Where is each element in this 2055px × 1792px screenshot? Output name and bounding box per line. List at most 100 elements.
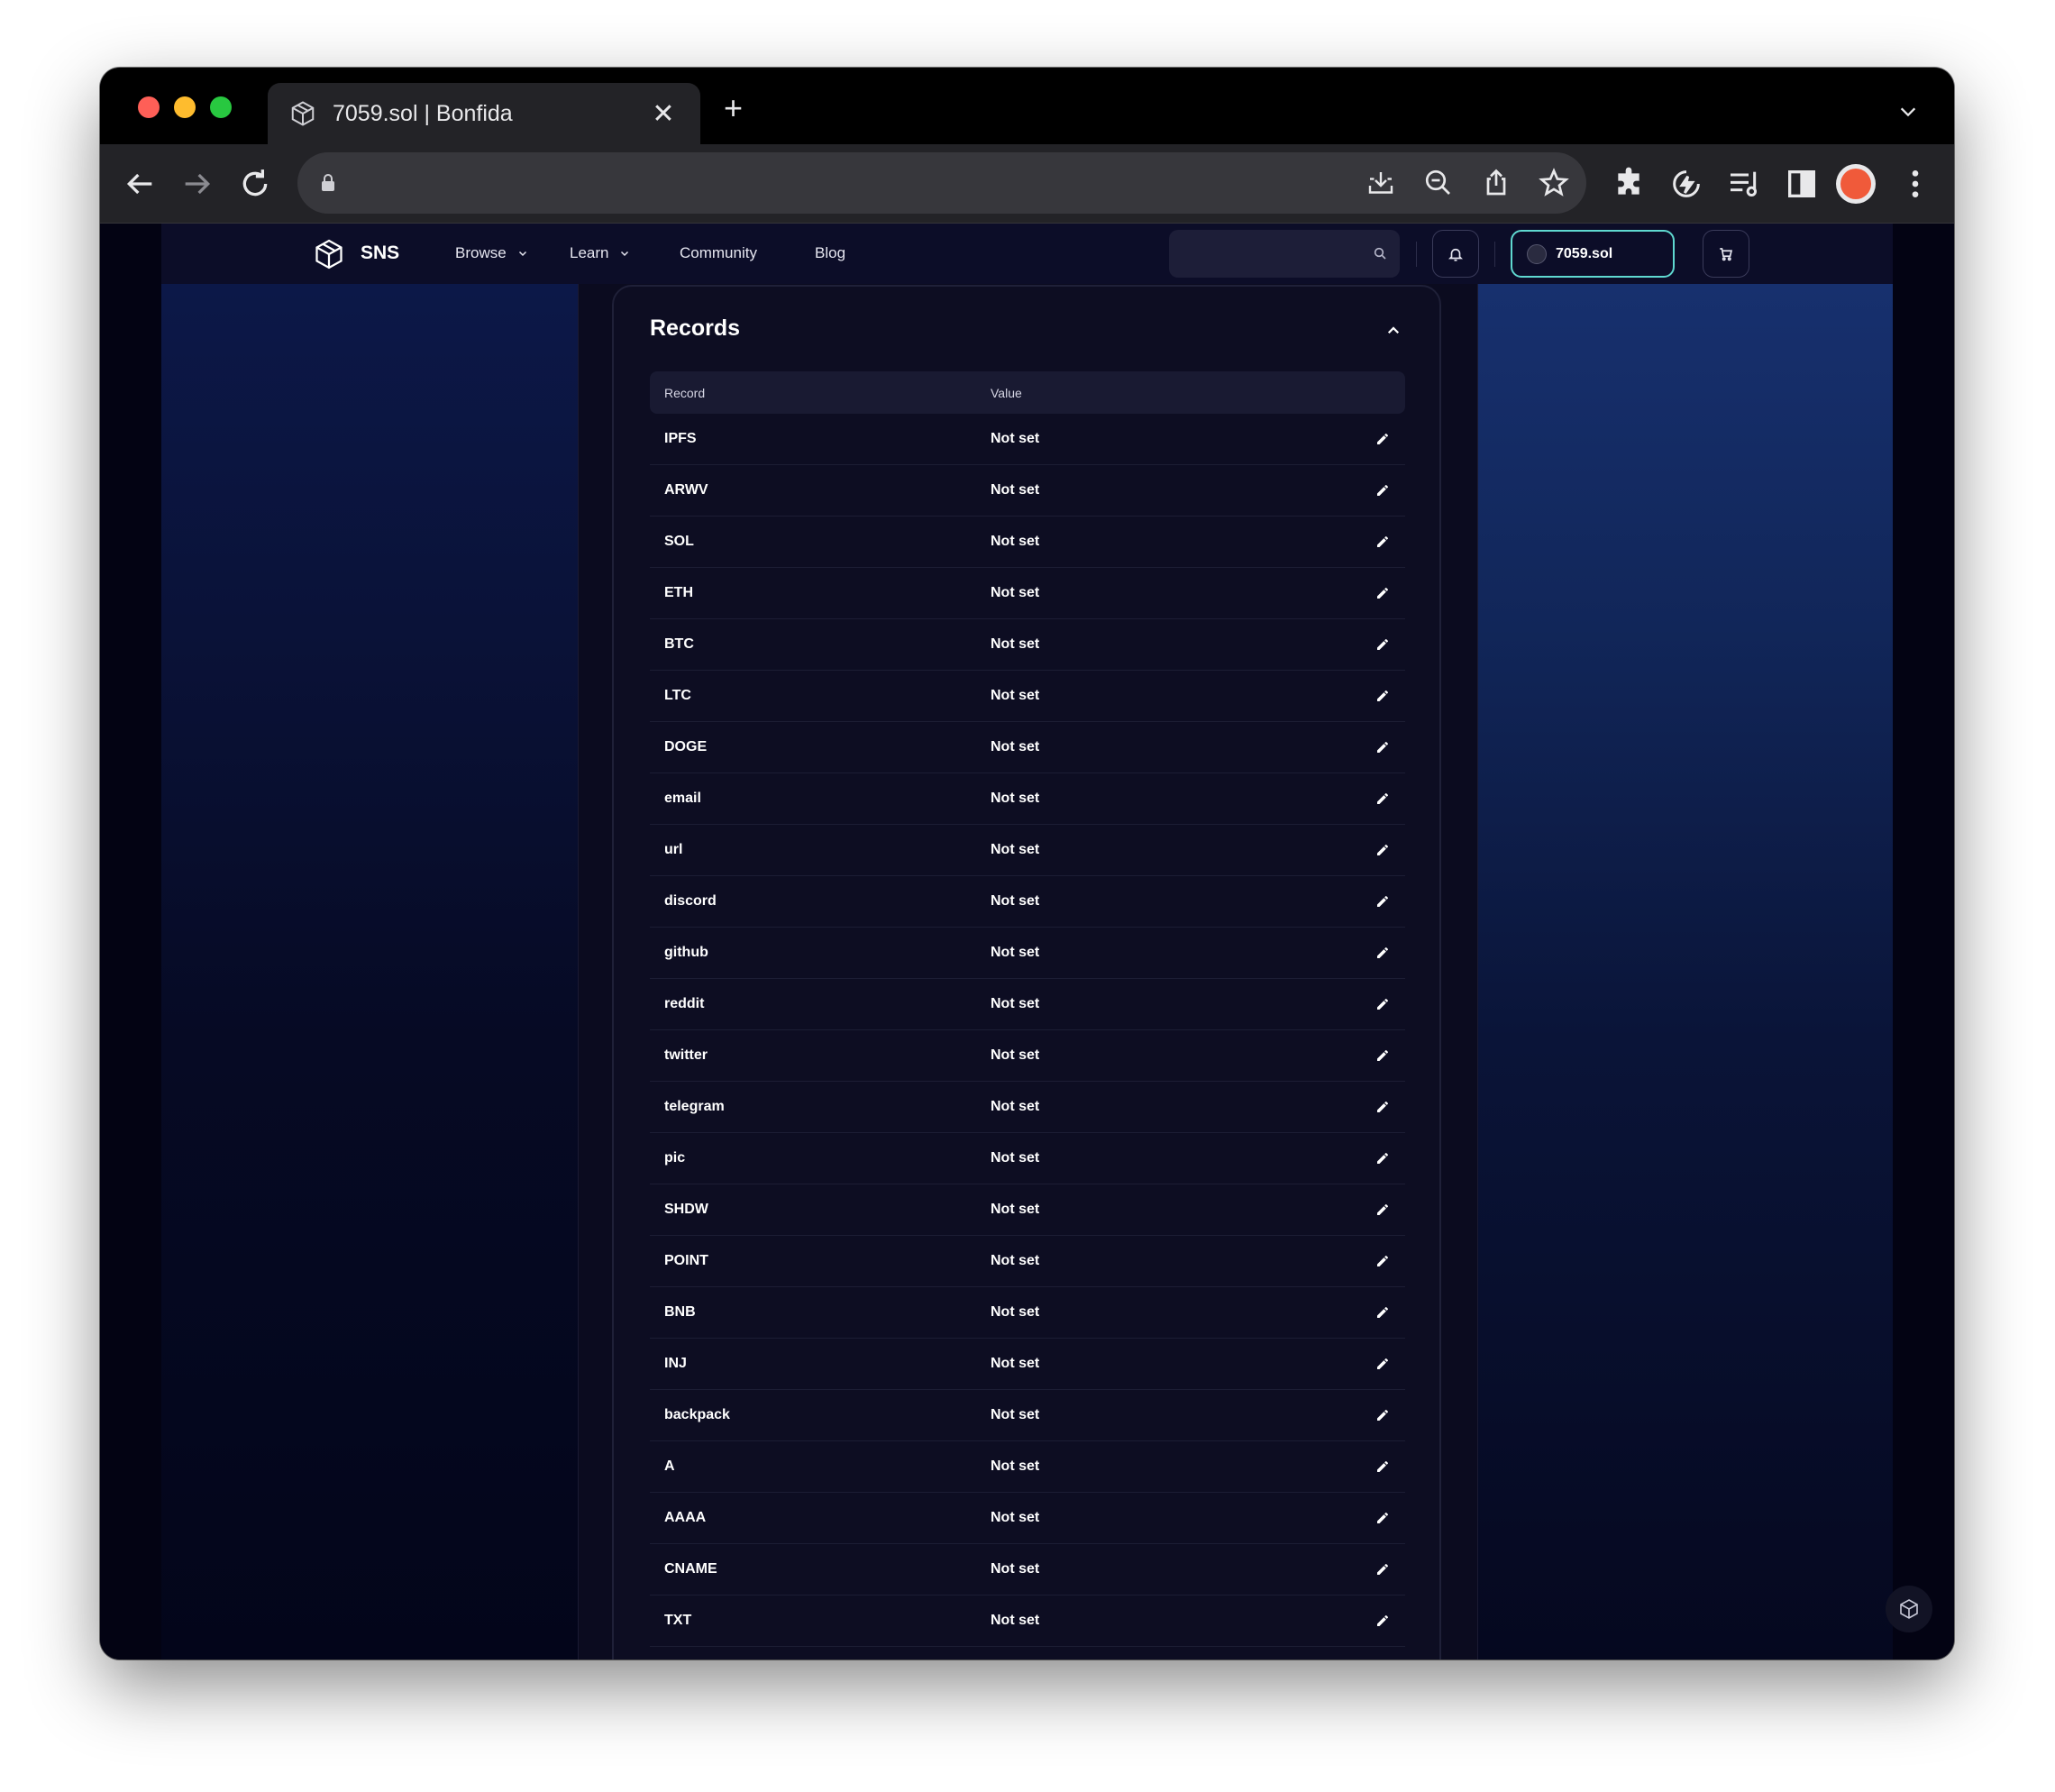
pencil-icon	[1377, 1513, 1388, 1523]
edit-record-button[interactable]	[1360, 586, 1405, 600]
pencil-icon	[1377, 1102, 1388, 1112]
nav-community[interactable]: Community	[680, 244, 757, 262]
table-row: telegram Not set	[650, 1082, 1405, 1133]
wallet-label: 7059.sol	[1556, 245, 1613, 261]
record-name: DOGE	[664, 739, 708, 754]
edit-record-button[interactable]	[1360, 535, 1405, 549]
record-name: TXT	[664, 1613, 692, 1628]
table-row: BNB Not set	[650, 1287, 1405, 1339]
edit-record-button[interactable]	[1360, 1100, 1405, 1114]
edit-record-button[interactable]	[1360, 740, 1405, 754]
edit-record-button[interactable]	[1360, 843, 1405, 857]
record-name: BNB	[664, 1304, 696, 1320]
side-panel-icon[interactable]	[1784, 166, 1820, 202]
edit-record-button[interactable]	[1360, 1614, 1405, 1628]
reload-icon[interactable]	[237, 166, 273, 202]
search-input[interactable]	[1169, 230, 1400, 278]
bookmark-star-icon[interactable]	[1538, 167, 1570, 199]
edit-record-button[interactable]	[1360, 997, 1405, 1011]
nav-learn-label: Learn	[570, 244, 609, 261]
pencil-icon	[1377, 1564, 1388, 1575]
record-value: Not set	[991, 1047, 1040, 1063]
table-row: AAAA Not set	[650, 1493, 1405, 1544]
new-tab-button[interactable]: +	[724, 92, 743, 124]
chevron-down-icon[interactable]	[1898, 102, 1918, 122]
chevron-up-icon[interactable]	[1385, 323, 1402, 339]
edit-record-button[interactable]	[1360, 1357, 1405, 1371]
edit-record-button[interactable]	[1360, 689, 1405, 703]
record-value: Not set	[991, 739, 1040, 754]
forward-arrow-icon[interactable]	[179, 166, 215, 202]
tab-close-icon[interactable]: ✕	[648, 98, 679, 130]
floating-help-button[interactable]	[1886, 1586, 1932, 1632]
record-value: Not set	[991, 585, 1040, 600]
back-arrow-icon[interactable]	[122, 166, 158, 202]
minimize-window-button[interactable]	[174, 96, 196, 118]
table-row: CNAME Not set	[650, 1544, 1405, 1595]
nav-brand[interactable]: SNS	[361, 242, 399, 264]
lock-icon	[322, 174, 334, 191]
extensions-puzzle-icon[interactable]	[1611, 166, 1647, 202]
nav-blog[interactable]: Blog	[815, 244, 845, 262]
sns-logo-icon[interactable]	[313, 238, 345, 270]
close-window-button[interactable]	[138, 96, 160, 118]
record-name: discord	[664, 893, 717, 909]
edit-record-button[interactable]	[1360, 1048, 1405, 1063]
header-record: Record	[664, 385, 706, 400]
edit-record-button[interactable]	[1360, 1151, 1405, 1166]
record-value: Not set	[991, 1150, 1040, 1166]
pencil-icon	[1377, 1204, 1388, 1215]
table-row: pic Not set	[650, 1133, 1405, 1184]
browser-toolbar	[100, 144, 1954, 224]
maximize-window-button[interactable]	[210, 96, 232, 118]
nav-community-label: Community	[680, 244, 757, 261]
edit-record-button[interactable]	[1360, 1254, 1405, 1268]
pencil-icon	[1377, 1461, 1388, 1472]
edit-record-button[interactable]	[1360, 1562, 1405, 1577]
pencil-icon	[1377, 742, 1388, 753]
zoom-out-icon[interactable]	[1422, 167, 1455, 199]
install-app-icon[interactable]	[1365, 167, 1397, 199]
pencil-icon	[1377, 1153, 1388, 1164]
share-icon[interactable]	[1480, 167, 1512, 199]
bell-icon	[1448, 248, 1463, 261]
edit-record-button[interactable]	[1360, 1408, 1405, 1422]
header-value: Value	[991, 385, 1022, 400]
record-value: Not set	[991, 1202, 1040, 1217]
table-row: github Not set	[650, 928, 1405, 979]
record-name: A	[664, 1458, 675, 1474]
wallet-button[interactable]: 7059.sol	[1511, 230, 1675, 278]
table-row: SOL Not set	[650, 517, 1405, 568]
pencil-icon	[1377, 1615, 1388, 1626]
pencil-icon	[1377, 434, 1388, 444]
edit-record-button[interactable]	[1360, 946, 1405, 960]
nav-learn[interactable]: Learn	[570, 244, 630, 262]
pencil-icon	[1377, 1256, 1388, 1266]
cart-button[interactable]	[1703, 230, 1749, 278]
profile-avatar[interactable]	[1836, 164, 1876, 204]
edit-record-button[interactable]	[1360, 791, 1405, 806]
edit-record-button[interactable]	[1360, 1305, 1405, 1320]
edit-record-button[interactable]	[1360, 432, 1405, 446]
edit-record-button[interactable]	[1360, 637, 1405, 652]
browser-tab[interactable]: 7059.sol | Bonfida ✕	[268, 83, 700, 144]
page-viewport: SNS Browse Learn Community Blog 7059.sol…	[100, 224, 1954, 1659]
kebab-menu-icon[interactable]	[1897, 166, 1933, 202]
table-row: INJ Not set	[650, 1339, 1405, 1390]
record-name: url	[664, 842, 683, 857]
performance-icon[interactable]	[1668, 166, 1704, 202]
records-card: Records Record Value IPFS Not set ARWV Not …	[612, 285, 1441, 1659]
edit-record-button[interactable]	[1360, 483, 1405, 498]
record-name: INJ	[664, 1356, 687, 1371]
notifications-button[interactable]	[1432, 230, 1479, 278]
nav-browse[interactable]: Browse	[455, 244, 528, 262]
edit-record-button[interactable]	[1360, 894, 1405, 909]
edit-record-button[interactable]	[1360, 1202, 1405, 1217]
cart-icon	[1720, 247, 1733, 261]
address-bar[interactable]	[297, 152, 1586, 214]
edit-record-button[interactable]	[1360, 1459, 1405, 1474]
record-value: Not set	[991, 1613, 1040, 1628]
tab-strip: 7059.sol | Bonfida ✕ +	[100, 68, 1954, 144]
reading-list-icon[interactable]	[1726, 166, 1762, 202]
edit-record-button[interactable]	[1360, 1511, 1405, 1525]
